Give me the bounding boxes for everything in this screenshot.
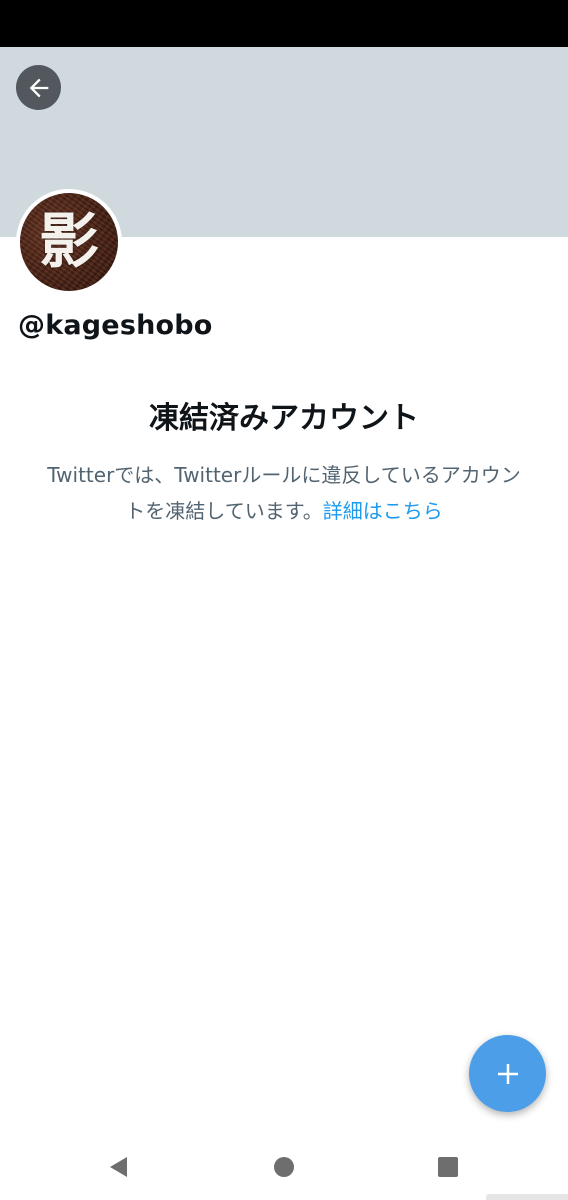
suspended-description-text: Twitterでは、Twitterルールに違反しているアカウントを凍結しています…: [47, 463, 521, 523]
profile-handle: @kageshobo: [18, 310, 213, 341]
suspended-title: 凍結済みアカウント: [149, 401, 419, 436]
learn-more-link[interactable]: 詳細はこちら: [323, 499, 443, 523]
system-nav-bar: [0, 1134, 568, 1200]
status-bar: [0, 0, 568, 47]
suspended-description: Twitterでは、Twitterルールに違反しているアカウントを凍結しています…: [40, 457, 528, 529]
home-indicator: [486, 1194, 568, 1200]
square-recents-icon: [438, 1157, 458, 1177]
triangle-back-icon: [110, 1157, 127, 1177]
circle-home-icon: [274, 1157, 294, 1177]
arrow-left-icon: [29, 78, 48, 97]
nav-home-button[interactable]: [244, 1134, 324, 1200]
nav-recents-button[interactable]: [408, 1134, 488, 1200]
plus-icon: [497, 1063, 518, 1084]
avatar[interactable]: 影: [16, 189, 122, 295]
compose-button[interactable]: [469, 1035, 546, 1112]
back-button[interactable]: [16, 65, 61, 110]
nav-back-button[interactable]: [78, 1134, 158, 1200]
avatar-glyph: 影: [39, 207, 99, 277]
avatar-image: 影: [20, 193, 118, 291]
